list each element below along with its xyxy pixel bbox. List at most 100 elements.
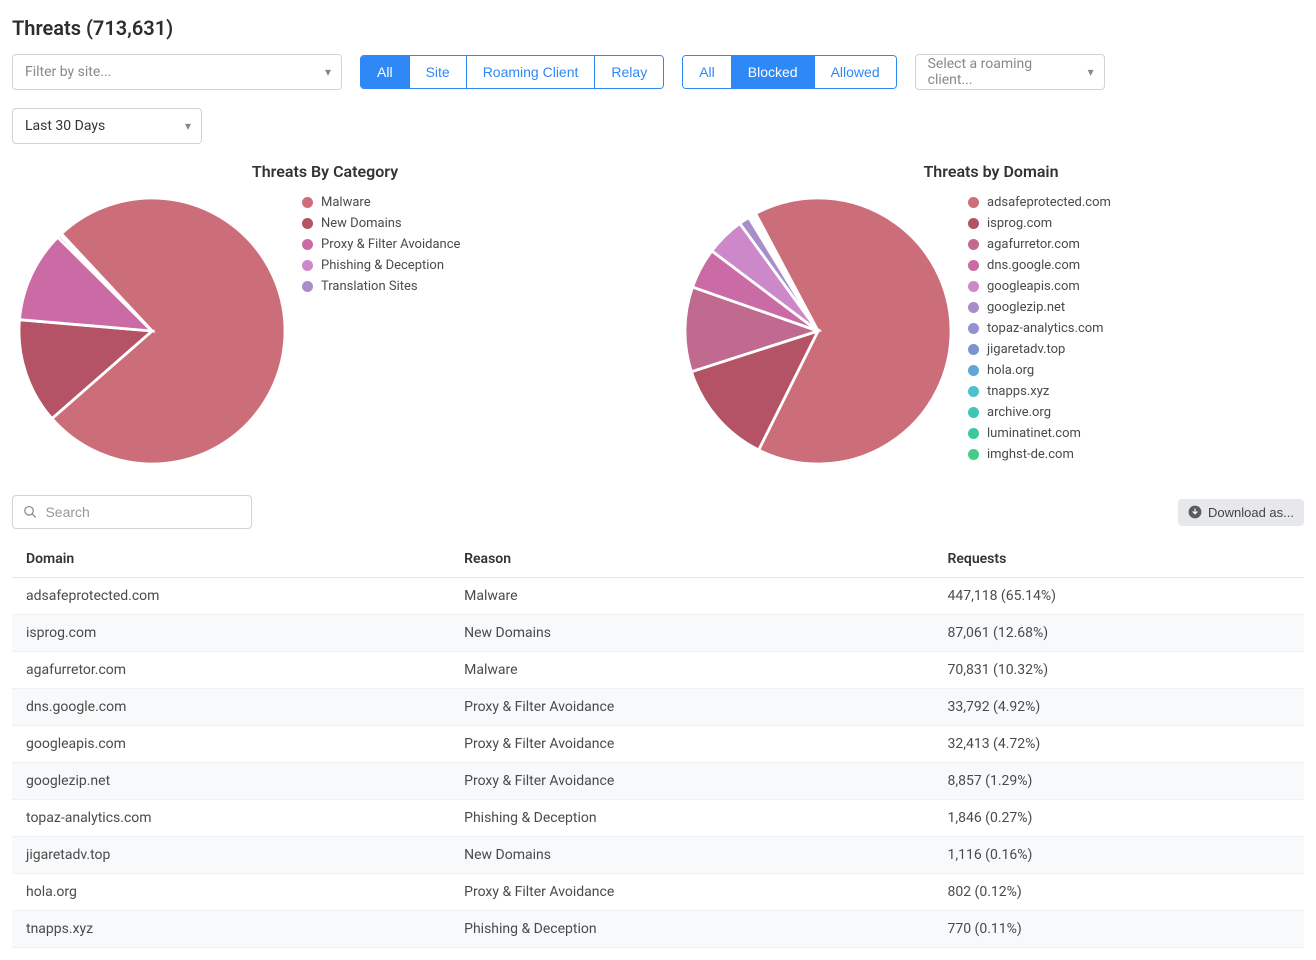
cell-reason: Proxy & Filter Avoidance [450,874,933,911]
cell-requests: 8,857 (1.29%) [933,763,1304,800]
pie-chart[interactable] [678,191,958,475]
legend-item[interactable]: adsafeprotected.com [968,195,1111,210]
cell-requests: 70,831 (10.32%) [933,652,1304,689]
download-label: Download as... [1208,505,1294,520]
legend-color-icon [968,197,979,208]
legend-label: Translation Sites [321,279,418,294]
download-icon [1188,505,1202,519]
legend-item[interactable]: Phishing & Deception [302,258,460,273]
search-icon [23,504,37,520]
legend-label: isprog.com [987,216,1052,231]
legend: Malware New Domains Proxy & Filter Avoidan… [302,191,460,294]
table-row[interactable]: agafurretor.comMalware70,831 (10.32%) [12,652,1304,689]
table-row[interactable]: adsafeprotected.comMalware447,118 (65.14… [12,578,1304,615]
legend-item[interactable]: hola.org [968,363,1111,378]
cell-domain: tnapps.xyz [12,911,450,948]
table-row[interactable]: googleapis.comProxy & Filter Avoidance32… [12,726,1304,763]
legend-color-icon [968,449,979,460]
cell-requests: 33,792 (4.92%) [933,689,1304,726]
legend-label: hola.org [987,363,1034,378]
table-row[interactable]: jigaretadv.topNew Domains1,116 (0.16%) [12,837,1304,874]
date-range-value: Last 30 Days [25,118,105,134]
cell-reason: New Domains [450,615,933,652]
legend-item[interactable]: Malware [302,195,460,210]
legend-color-icon [968,302,979,313]
legend-item[interactable]: googleapis.com [968,279,1111,294]
legend-label: googleapis.com [987,279,1080,294]
status-btn-blocked[interactable]: Blocked [732,56,815,88]
search-box[interactable] [12,495,252,529]
legend: adsafeprotected.com isprog.com agafurretor… [968,191,1111,462]
table-row[interactable]: hola.orgProxy & Filter Avoidance802 (0.1… [12,874,1304,911]
col-requests[interactable]: Requests [933,541,1304,578]
legend-color-icon [968,344,979,355]
legend-item[interactable]: Translation Sites [302,279,460,294]
status-btn-allowed[interactable]: Allowed [815,56,896,88]
legend-item[interactable]: tnapps.xyz [968,384,1111,399]
legend-item[interactable]: New Domains [302,216,460,231]
cell-domain: googlezip.net [12,763,450,800]
cell-reason: Proxy & Filter Avoidance [450,726,933,763]
cell-reason: Proxy & Filter Avoidance [450,763,933,800]
table-row[interactable]: isprog.comNew Domains87,061 (12.68%) [12,615,1304,652]
legend-color-icon [968,407,979,418]
legend-item[interactable]: archive.org [968,405,1111,420]
chevron-down-icon: ▾ [185,119,191,133]
cell-domain: hola.org [12,874,450,911]
col-reason[interactable]: Reason [450,541,933,578]
legend-label: topaz-analytics.com [987,321,1104,336]
legend-item[interactable]: dns.google.com [968,258,1111,273]
legend-item[interactable]: Proxy & Filter Avoidance [302,237,460,252]
cell-domain: adsafeprotected.com [12,578,450,615]
legend-item[interactable]: jigaretadv.top [968,342,1111,357]
cell-reason: Malware [450,578,933,615]
search-input[interactable] [43,503,241,521]
page-title: Threats (713,631) [12,16,1304,40]
table-row[interactable]: topaz-analytics.comPhishing & Deception1… [12,800,1304,837]
source-btn-relay[interactable]: Relay [595,56,663,88]
legend-color-icon [968,386,979,397]
legend-color-icon [968,218,979,229]
legend-label: Phishing & Deception [321,258,444,273]
source-btn-roaming-client[interactable]: Roaming Client [467,56,596,88]
source-btn-site[interactable]: Site [410,56,467,88]
legend-item[interactable]: isprog.com [968,216,1111,231]
date-range-select[interactable]: Last 30 Days ▾ [12,108,202,144]
chevron-down-icon: ▾ [325,65,331,79]
legend-label: luminatinet.com [987,426,1081,441]
table-row[interactable]: tnapps.xyzPhishing & Deception770 (0.11%… [12,911,1304,948]
legend-label: agafurretor.com [987,237,1080,252]
cell-reason: New Domains [450,837,933,874]
table-row[interactable]: googlezip.netProxy & Filter Avoidance8,8… [12,763,1304,800]
site-filter-select[interactable]: Filter by site... ▾ [12,54,342,90]
col-domain[interactable]: Domain [12,541,450,578]
legend-item[interactable]: googlezip.net [968,300,1111,315]
site-filter-placeholder: Filter by site... [25,64,111,80]
cell-domain: isprog.com [12,615,450,652]
legend-color-icon [302,239,313,250]
cell-reason: Malware [450,652,933,689]
legend-item[interactable]: agafurretor.com [968,237,1111,252]
legend-item[interactable]: imghst-de.com [968,447,1111,462]
cell-requests: 87,061 (12.68%) [933,615,1304,652]
table-toolbar: Download as... [12,495,1304,529]
legend-color-icon [302,197,313,208]
source-button-group: AllSiteRoaming ClientRelay [360,55,664,89]
legend-label: Malware [321,195,371,210]
source-btn-all[interactable]: All [361,56,410,88]
status-btn-all[interactable]: All [683,56,732,88]
legend-label: adsafeprotected.com [987,195,1111,210]
table-row[interactable]: dns.google.comProxy & Filter Avoidance33… [12,689,1304,726]
legend-color-icon [968,239,979,250]
cell-domain: jigaretadv.top [12,837,450,874]
legend-label: googlezip.net [987,300,1065,315]
roaming-client-select[interactable]: Select a roaming client... ▾ [915,54,1105,90]
cell-requests: 1,116 (0.16%) [933,837,1304,874]
legend-item[interactable]: topaz-analytics.com [968,321,1111,336]
pie-chart[interactable] [12,191,292,475]
legend-label: archive.org [987,405,1051,420]
legend-item[interactable]: luminatinet.com [968,426,1111,441]
legend-color-icon [302,218,313,229]
chart-title: Threats by Domain [678,162,1304,181]
download-button[interactable]: Download as... [1178,499,1304,526]
